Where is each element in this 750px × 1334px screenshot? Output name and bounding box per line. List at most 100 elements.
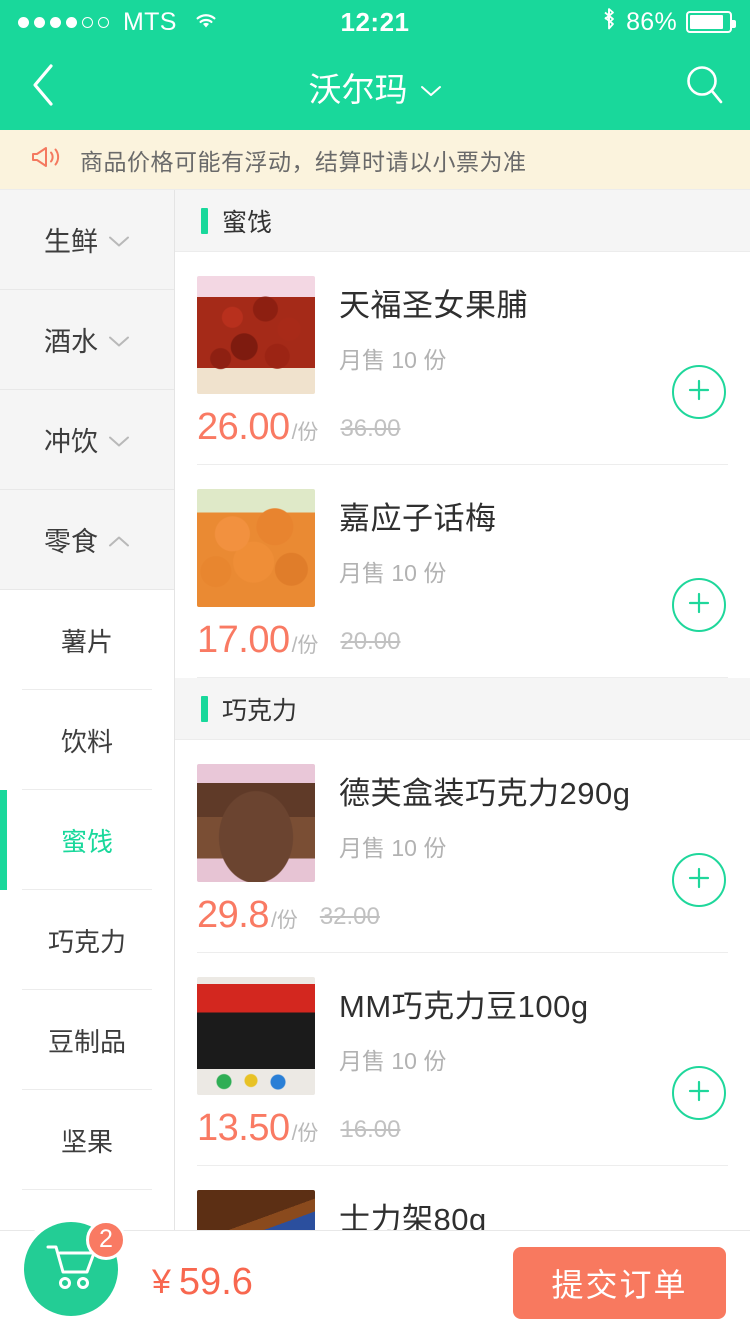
sidebar-category-lingshi[interactable]: 零食 bbox=[0, 490, 174, 590]
product-sales: 月售 10 份 bbox=[339, 835, 447, 861]
sidebar-item-yinliao[interactable]: 饮料 bbox=[0, 690, 174, 790]
product-old-price: 32.00 bbox=[319, 903, 380, 930]
product-price: 17.00 bbox=[197, 619, 290, 661]
sidebar-category-label: 生鲜 bbox=[44, 227, 98, 257]
chevron-down-icon[interactable] bbox=[420, 68, 442, 106]
status-bar-clock: 12:21 bbox=[340, 6, 410, 37]
sidebar-item-label: 坚果 bbox=[60, 1126, 113, 1157]
section-accent-bar bbox=[201, 695, 208, 722]
chevron-left-icon bbox=[29, 62, 57, 113]
plus-icon bbox=[684, 588, 714, 623]
sidebar-item-label: 薯片 bbox=[60, 626, 113, 657]
product-item[interactable]: 天福圣女果脯 月售 10 份 26.00 /份 36.00 bbox=[175, 252, 750, 465]
plus-icon bbox=[684, 375, 714, 410]
product-name: 天福圣女果脯 bbox=[339, 288, 528, 323]
sidebar-category-label: 冲饮 bbox=[44, 427, 98, 457]
product-name: MM巧克力豆100g bbox=[339, 989, 589, 1024]
product-price-unit: /份 bbox=[291, 421, 319, 444]
nav-bar: 沃尔玛 bbox=[0, 44, 750, 130]
product-price: 26.00 bbox=[197, 406, 290, 448]
product-price-unit: /份 bbox=[270, 909, 298, 932]
plus-icon bbox=[684, 1076, 714, 1111]
sidebar-category-shengxian[interactable]: 生鲜 bbox=[0, 190, 174, 290]
sidebar-item-mijian[interactable]: 蜜饯 bbox=[0, 790, 174, 890]
sidebar-item-label: 巧克力 bbox=[47, 926, 126, 957]
product-old-price: 36.00 bbox=[340, 415, 401, 442]
sidebar-item-label: 豆制品 bbox=[47, 1026, 126, 1057]
battery-percent-label: 86% bbox=[626, 7, 677, 36]
section-title: 蜜饯 bbox=[222, 208, 273, 237]
sidebar-category-jiushui[interactable]: 酒水 bbox=[0, 290, 174, 390]
bluetooth-icon bbox=[601, 6, 617, 39]
currency-symbol: ¥ bbox=[152, 1263, 171, 1301]
add-to-cart-button[interactable] bbox=[672, 578, 726, 632]
search-button[interactable] bbox=[660, 44, 750, 130]
sidebar-item-shupian[interactable]: 薯片 bbox=[0, 590, 174, 690]
bottom-bar: 2 ¥ 59.6 提交订单 bbox=[0, 1219, 750, 1334]
product-sales: 月售 10 份 bbox=[339, 347, 447, 373]
total-amount: 59.6 bbox=[178, 1261, 253, 1303]
status-bar-left: MTS bbox=[18, 8, 341, 37]
sidebar-item-jianguo[interactable]: 坚果 bbox=[0, 1090, 174, 1190]
product-item[interactable]: 士力架80g 月售 10 份 bbox=[175, 1166, 750, 1230]
product-list[interactable]: 蜜饯 天福圣女果脯 月售 10 份 26.00 /份 36.00 嘉应子话梅 月… bbox=[175, 190, 750, 1230]
chevron-up-icon bbox=[108, 524, 130, 555]
sidebar-category-label: 零食 bbox=[44, 527, 98, 557]
product-price-unit: /份 bbox=[291, 634, 319, 657]
submit-order-button[interactable]: 提交订单 bbox=[513, 1246, 726, 1319]
store-name-label: 沃尔玛 bbox=[308, 71, 408, 108]
product-item[interactable]: MM巧克力豆100g 月售 10 份 13.50 /份 16.00 bbox=[175, 953, 750, 1166]
product-thumbnail bbox=[197, 1190, 315, 1230]
product-item[interactable]: 嘉应子话梅 月售 10 份 17.00 /份 20.00 bbox=[175, 465, 750, 678]
search-icon bbox=[683, 63, 727, 112]
product-price: 13.50 bbox=[197, 1107, 290, 1149]
product-thumbnail bbox=[197, 764, 315, 882]
sidebar-category-label: 酒水 bbox=[44, 327, 98, 357]
sidebar-item-label: 饮料 bbox=[60, 726, 113, 757]
add-to-cart-button[interactable] bbox=[672, 365, 726, 419]
section-header-mijian: 蜜饯 bbox=[175, 190, 750, 252]
cart-badge: 2 bbox=[86, 1219, 126, 1260]
back-button[interactable] bbox=[0, 44, 86, 130]
product-name: 德芙盒装巧克力290g bbox=[339, 776, 631, 811]
product-name: 嘉应子话梅 bbox=[339, 501, 497, 536]
chevron-down-icon bbox=[108, 424, 130, 455]
megaphone-icon bbox=[30, 144, 64, 175]
add-to-cart-button[interactable] bbox=[672, 1066, 726, 1120]
product-price-unit: /份 bbox=[291, 1122, 319, 1145]
battery-icon bbox=[686, 11, 736, 33]
signal-strength-dots bbox=[18, 16, 109, 28]
wifi-icon bbox=[193, 8, 219, 37]
section-header-qiaokeli: 巧克力 bbox=[175, 678, 750, 740]
product-sales: 月售 10 份 bbox=[339, 560, 447, 586]
product-thumbnail bbox=[197, 977, 315, 1095]
sidebar-item-douzhipin[interactable]: 豆制品 bbox=[0, 990, 174, 1090]
carrier-label: MTS bbox=[123, 7, 177, 36]
product-old-price: 20.00 bbox=[340, 628, 401, 655]
product-thumbnail bbox=[197, 489, 315, 607]
product-thumbnail bbox=[197, 276, 315, 394]
status-bar-right: 86% bbox=[410, 6, 736, 39]
plus-icon bbox=[684, 863, 714, 898]
product-old-price: 16.00 bbox=[340, 1116, 401, 1143]
sidebar-category-chongyin[interactable]: 冲饮 bbox=[0, 390, 174, 490]
content-area: 生鲜 酒水 冲饮 零食 薯片 饮料 蜜饯 巧克力 豆制品 坚果 蜜饯 天福圣女果… bbox=[0, 190, 750, 1230]
product-name: 士力架80g bbox=[339, 1202, 487, 1230]
category-sidebar[interactable]: 生鲜 酒水 冲饮 零食 薯片 饮料 蜜饯 巧克力 豆制品 坚果 bbox=[0, 190, 175, 1230]
notice-text: 商品价格可能有浮动，结算时请以小票为准 bbox=[80, 148, 527, 175]
section-accent-bar bbox=[201, 207, 208, 234]
add-to-cart-button[interactable] bbox=[672, 853, 726, 907]
product-price: 29.8 bbox=[197, 894, 269, 936]
chevron-down-icon bbox=[108, 324, 130, 355]
sidebar-item-label: 蜜饯 bbox=[60, 826, 113, 857]
section-title: 巧克力 bbox=[222, 696, 298, 725]
cart-button[interactable]: 2 bbox=[24, 1219, 128, 1326]
page-title: 沃尔玛 bbox=[0, 63, 750, 111]
sidebar-item-qiaokeli[interactable]: 巧克力 bbox=[0, 890, 174, 990]
price-notice-banner: 商品价格可能有浮动，结算时请以小票为准 bbox=[0, 130, 750, 190]
cart-total: ¥ 59.6 bbox=[152, 1261, 253, 1304]
product-sales: 月售 10 份 bbox=[339, 1048, 447, 1074]
chevron-down-icon bbox=[108, 224, 130, 255]
status-bar: MTS 12:21 86% bbox=[0, 0, 750, 44]
product-item[interactable]: 德芙盒装巧克力290g 月售 10 份 29.8 /份 32.00 bbox=[175, 740, 750, 953]
